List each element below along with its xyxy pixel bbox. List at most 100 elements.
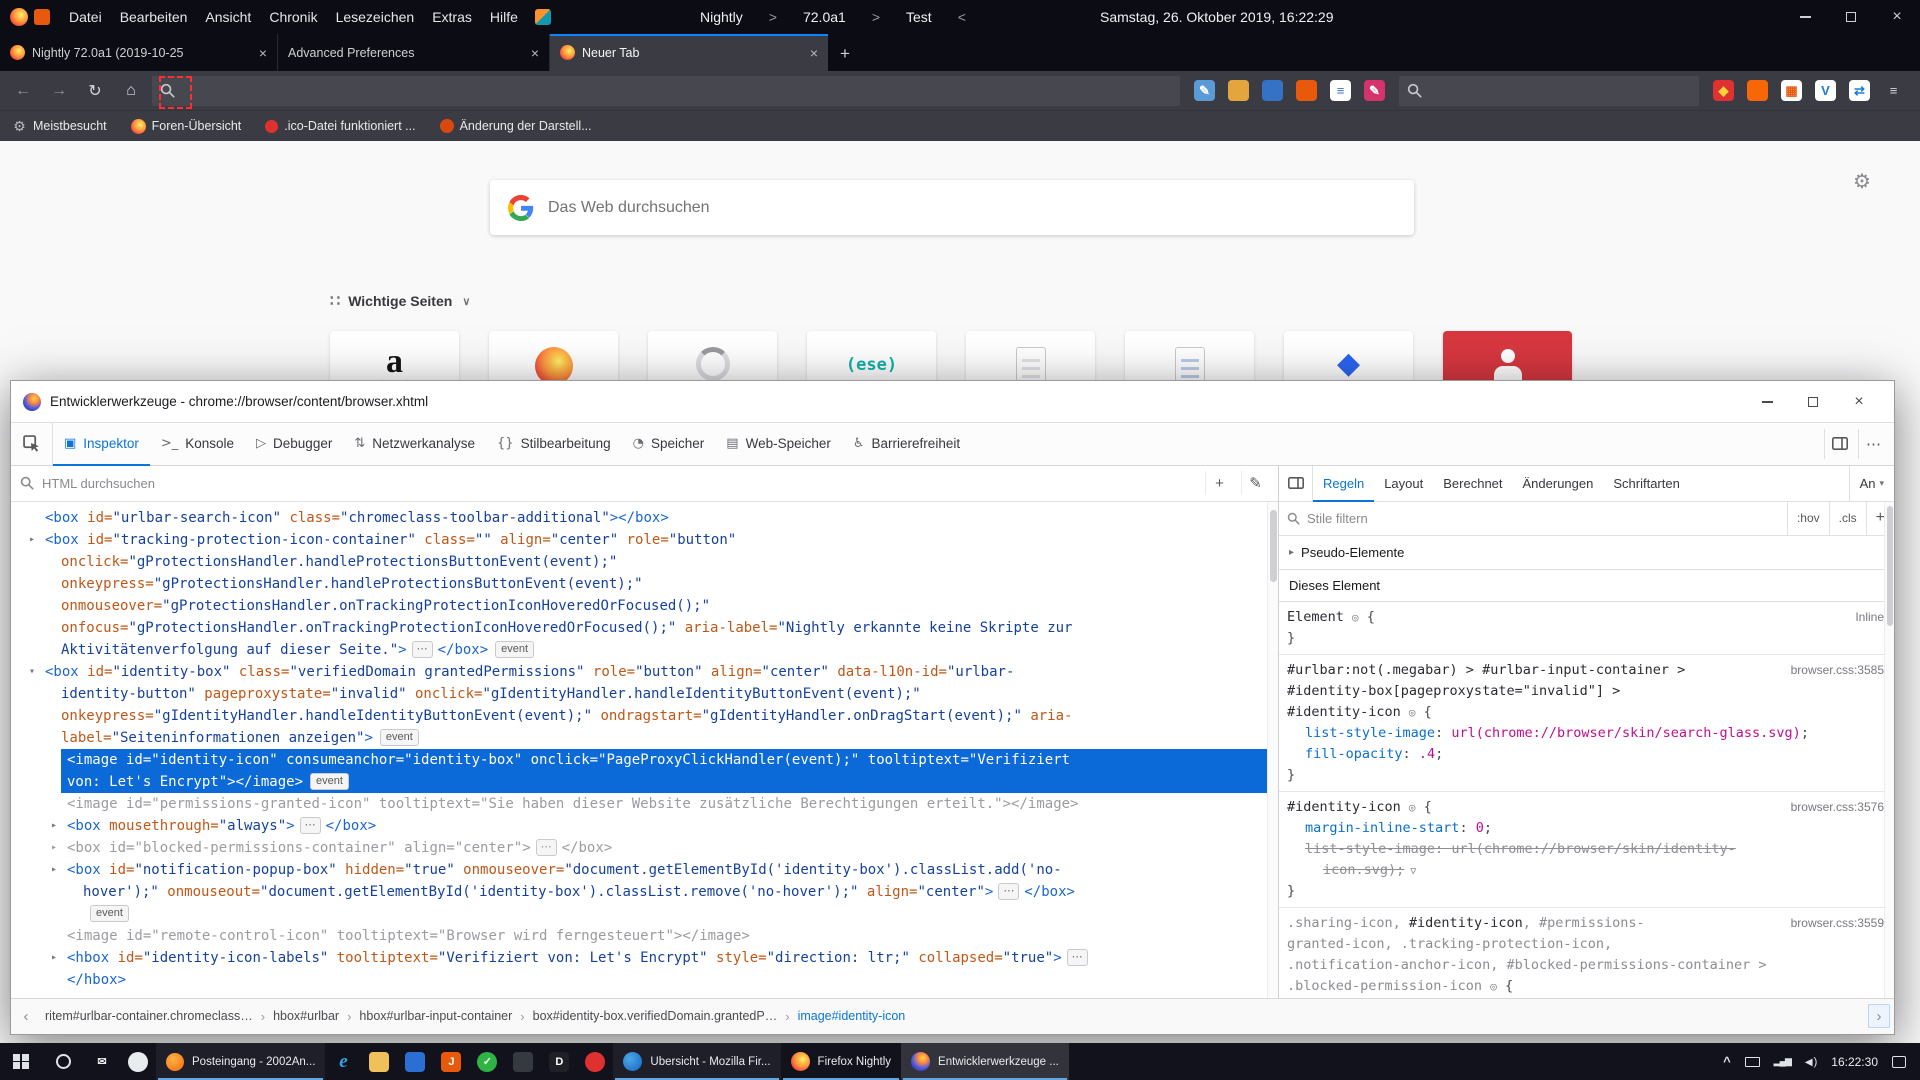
taskbar-inbox-window[interactable]: Posteingang - 2002An... bbox=[156, 1043, 325, 1080]
orange-tile-icon[interactable] bbox=[1296, 80, 1317, 101]
tool-tab-accessibility[interactable]: ♿Barrierefreiheit bbox=[842, 423, 971, 464]
shield-red-icon[interactable]: ◆ bbox=[1713, 80, 1734, 101]
apple-icon[interactable] bbox=[120, 1043, 156, 1080]
dark-app-icon[interactable] bbox=[505, 1043, 541, 1080]
rule-line[interactable]: #urlbar:not(.megabar) > #urlbar-input-co… bbox=[1279, 660, 1894, 681]
markup-line[interactable]: onfocus="gProtectionsHandler.onTrackingP… bbox=[11, 617, 1278, 639]
rule-line[interactable]: #identity-icon ◎ { bbox=[1279, 702, 1894, 723]
minimize-button[interactable] bbox=[1782, 0, 1828, 34]
class-toggle[interactable]: .cls bbox=[1829, 501, 1866, 535]
sidebar-tab-regeln[interactable]: Regeln bbox=[1313, 466, 1374, 501]
tool-tab-network[interactable]: ⇅Netzwerkanalyse bbox=[343, 423, 486, 464]
start-button[interactable] bbox=[0, 1043, 42, 1080]
menu-chronik[interactable]: Chronik bbox=[260, 0, 326, 34]
tray-expand-icon[interactable]: ^ bbox=[1723, 1054, 1731, 1069]
meatball-menu-icon[interactable]: ⋯ bbox=[1858, 429, 1888, 459]
twisty-icon[interactable]: ▸ bbox=[51, 837, 57, 859]
add-node-button[interactable]: + bbox=[1205, 471, 1233, 495]
scrollbar-thumb[interactable] bbox=[1887, 506, 1893, 626]
web-search-input[interactable] bbox=[548, 199, 1396, 217]
list-blue-icon[interactable]: ≡ bbox=[1330, 80, 1351, 101]
three-pane-toggle-icon[interactable] bbox=[1279, 466, 1313, 501]
tool-tab-console[interactable]: >_Konsole bbox=[150, 423, 245, 464]
markup-line[interactable]: <image id="permissions-granted-icon" too… bbox=[11, 793, 1278, 815]
menu-lesezeichen[interactable]: Lesezeichen bbox=[327, 0, 424, 34]
markup-line[interactable]: onkeypress="gIdentityHandler.handleIdent… bbox=[11, 705, 1278, 727]
tab-close-icon[interactable]: × bbox=[259, 45, 267, 61]
bookmark-item[interactable]: ⚙Meistbesucht bbox=[12, 119, 107, 134]
url-bar[interactable] bbox=[152, 76, 1180, 106]
pseudo-elements-header[interactable]: ▸ Pseudo-Elemente bbox=[1279, 536, 1894, 570]
sidebar-tab-an[interactable]: An▾ bbox=[1849, 466, 1894, 501]
menu-ansicht[interactable]: Ansicht bbox=[196, 0, 260, 34]
event-badge[interactable]: event bbox=[495, 641, 534, 658]
edge-browser-icon[interactable]: e bbox=[325, 1043, 361, 1080]
back-button[interactable]: ← bbox=[8, 76, 38, 106]
tab-close-icon[interactable]: × bbox=[810, 45, 818, 61]
markup-line[interactable]: ▸<box mousethrough="always">⋯</box> bbox=[11, 815, 1278, 837]
top-sites-section-header[interactable]: ∷ Wichtige Seiten ∨ bbox=[330, 291, 470, 311]
rule-line[interactable]: Element ◎ {Inline bbox=[1279, 607, 1894, 628]
rule-line[interactable]: } bbox=[1279, 628, 1894, 649]
orange-j-app-icon[interactable]: J bbox=[433, 1043, 469, 1080]
markup-line[interactable]: von: Let's Encrypt"></image>event bbox=[61, 771, 1278, 793]
markup-line[interactable]: <image id="remote-control-icon" tooltipt… bbox=[11, 925, 1278, 947]
sidebar-tab-layout[interactable]: Layout bbox=[1374, 466, 1433, 501]
rule-line[interactable]: .sharing-icon, #identity-icon, #permissi… bbox=[1279, 913, 1894, 934]
markup-line[interactable]: ▸<box id="blocked-permissions-container"… bbox=[11, 837, 1278, 859]
browser-tab[interactable]: Nightly 72.0a1 (2019-10-25× bbox=[0, 34, 278, 71]
markup-line[interactable]: ▸<box id="notification-popup-box" hidden… bbox=[11, 859, 1278, 881]
taskbar-task[interactable]: Übersicht - Mozilla Fir... bbox=[613, 1043, 780, 1080]
network-icon[interactable]: ▂▄▆ bbox=[1774, 1056, 1791, 1067]
inline-ellipsis[interactable]: ⋯ bbox=[536, 839, 557, 856]
twisty-icon[interactable]: ▸ bbox=[29, 529, 35, 551]
tab-close-icon[interactable]: × bbox=[531, 45, 539, 61]
rule-line[interactable]: list-style-image: url(chrome://browser/s… bbox=[1279, 839, 1894, 860]
minimize-button[interactable] bbox=[1744, 385, 1790, 419]
rule-line[interactable]: } bbox=[1279, 881, 1894, 902]
file-explorer-icon[interactable] bbox=[361, 1043, 397, 1080]
mail-icon[interactable]: ✉ bbox=[84, 1043, 120, 1080]
html-search-input[interactable] bbox=[42, 476, 1197, 491]
browser-tab[interactable]: Neuer Tab× bbox=[550, 34, 828, 71]
flame-orange-icon[interactable] bbox=[1747, 80, 1768, 101]
eyedropper-icon[interactable]: ✎ bbox=[1241, 471, 1269, 495]
stylesheet-link[interactable]: browser.css:3576 bbox=[1791, 797, 1884, 818]
style-filter-input[interactable] bbox=[1307, 511, 1787, 526]
rule-line[interactable]: #identity-icon ◎ {browser.css:3576 bbox=[1279, 797, 1894, 818]
twisty-icon[interactable]: ▸ bbox=[51, 815, 57, 837]
search-input[interactable] bbox=[1430, 83, 1691, 98]
taskbar-task[interactable]: Firefox Nightly bbox=[781, 1043, 902, 1080]
grid-colors-icon[interactable]: ▦ bbox=[1781, 80, 1802, 101]
markup-scrollbar[interactable] bbox=[1267, 502, 1278, 998]
app-badge-icon[interactable] bbox=[34, 9, 50, 25]
d-app-icon[interactable]: D bbox=[541, 1043, 577, 1080]
web-search-box[interactable] bbox=[490, 180, 1414, 235]
pseudo-class-toggle[interactable]: :hov bbox=[1787, 501, 1829, 535]
pick-element-button[interactable] bbox=[11, 423, 53, 464]
breadcrumb-item[interactable]: ritem#urlbar-container.chromeclass… bbox=[37, 1009, 261, 1023]
menu-bearbeiten[interactable]: Bearbeiten bbox=[111, 0, 197, 34]
breadcrumb-scroll-right-icon[interactable]: › bbox=[1868, 1004, 1890, 1028]
taskbar-search-button[interactable] bbox=[42, 1043, 84, 1080]
folder-amber-icon[interactable] bbox=[1228, 80, 1249, 101]
event-badge[interactable]: event bbox=[310, 773, 349, 790]
home-button[interactable]: ⌂ bbox=[116, 76, 146, 106]
markup-line[interactable]: </hbox> bbox=[11, 969, 1278, 991]
tool-tab-inspector[interactable]: ▣Inspektor bbox=[53, 423, 150, 464]
taskbar-clock[interactable]: 16:22:30 bbox=[1831, 1055, 1878, 1069]
inline-ellipsis[interactable]: ⋯ bbox=[300, 817, 321, 834]
markup-line[interactable]: event bbox=[11, 903, 1278, 925]
extension-flag-icon[interactable] bbox=[535, 9, 551, 25]
sidebar-tab-berechnet[interactable]: Berechnet bbox=[1433, 466, 1512, 501]
overridden-filter-icon[interactable]: ▽ bbox=[1410, 866, 1416, 877]
breadcrumb-item[interactable]: image#identity-icon bbox=[790, 1009, 914, 1023]
rule-line[interactable]: width: 16px; bbox=[1279, 997, 1894, 998]
new-tab-button[interactable]: + bbox=[828, 37, 862, 71]
inline-ellipsis[interactable]: ⋯ bbox=[998, 883, 1019, 900]
breadcrumb-item[interactable]: box#identity-box.verifiedDomain.grantedP… bbox=[525, 1009, 786, 1023]
menu-hilfe[interactable]: Hilfe bbox=[481, 0, 527, 34]
markup-line[interactable]: ▾<box id="identity-box" class="verifiedD… bbox=[11, 661, 1278, 683]
split-console-icon[interactable] bbox=[1824, 429, 1854, 459]
rule-line[interactable]: .blocked-permission-icon ◎ { bbox=[1279, 976, 1894, 997]
